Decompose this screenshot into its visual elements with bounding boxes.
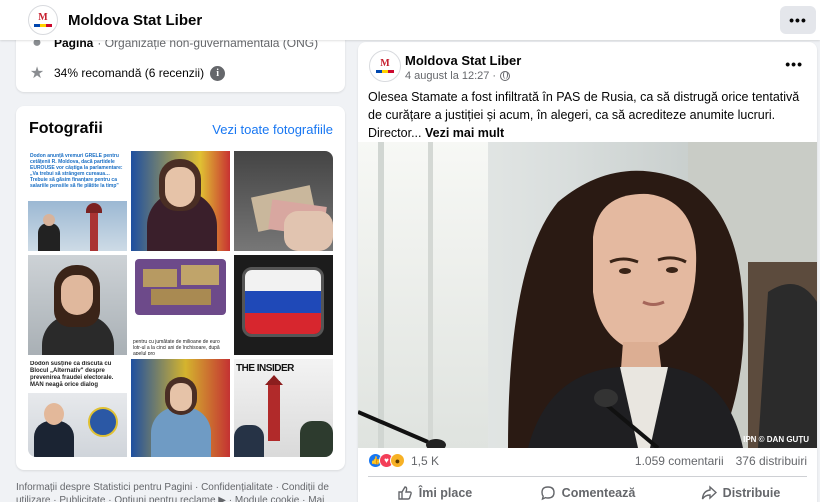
photos-heading[interactable]: Fotografii (29, 120, 103, 138)
post-meta: 4 august la 12:27 · (405, 70, 511, 82)
photo-tile-dodon-news[interactable]: Dodon anunță vremuri GRELE pentru cetățe… (28, 151, 127, 251)
photo-tile-stamate[interactable] (28, 255, 127, 355)
shares-count[interactable]: 376 distribuiri (736, 454, 807, 468)
photo-grid: Dodon anunță vremuri GRELE pentru cetățe… (28, 151, 333, 457)
recommend-text[interactable]: 34% recomandă (6 recenzii) (54, 66, 204, 80)
like-label: Îmi place (418, 486, 473, 500)
photo-tile-sandu-speech[interactable] (131, 359, 230, 457)
page-header: M Moldova Stat Liber ••• (0, 0, 820, 40)
photo-caption: Dodon susține că discută cu Blocul „Alte… (30, 361, 114, 388)
post-actions: Îmi place Comentează Distribuie (358, 478, 817, 502)
photo-tile-dodon-bloc[interactable]: Dodon susține că discută cu Blocul „Alte… (28, 359, 127, 457)
comments-count[interactable]: 1.059 comentarii (635, 454, 724, 468)
wow-reaction-icon: ● (390, 453, 405, 468)
recommend-row: ★ 34% recomandă (6 recenzii) i (28, 64, 226, 82)
photo-tile-sandu-portrait[interactable] (131, 151, 230, 251)
post-photo-image (358, 142, 817, 448)
thumbs-up-icon (398, 486, 412, 500)
share-icon (701, 485, 717, 500)
post-author-name[interactable]: Moldova Stat Liber (405, 53, 521, 68)
page-avatar[interactable]: M (28, 5, 58, 35)
photo-caption: pentru cu jumătate de milioane de euro l… (133, 339, 220, 355)
star-icon: ★ (29, 65, 45, 82)
page-logo-icon: M (376, 59, 394, 73)
photo-tile-the-insider[interactable]: THE INSIDER (234, 359, 333, 457)
photo-caption: THE INSIDER (236, 363, 294, 374)
reactions-count[interactable]: 1,5 K (411, 454, 439, 468)
post-timestamp[interactable]: 4 august la 12:27 (405, 70, 489, 82)
post-stats: 1.059 comentarii 376 distribuiri (635, 454, 807, 468)
post-card: M Moldova Stat Liber 4 august la 12:27 ·… (358, 42, 817, 502)
post-author-avatar[interactable]: M (369, 50, 401, 82)
meta-separator: · (492, 70, 497, 82)
photo-credit: IPN © DAN GUȚU (743, 435, 809, 444)
globe-icon (500, 71, 511, 81)
more-icon: ••• (789, 12, 807, 28)
page-footer-links[interactable]: Informații despre Statistici pentru Pagi… (16, 481, 346, 502)
page-title[interactable]: Moldova Stat Liber (68, 12, 202, 29)
info-icon[interactable]: i (210, 65, 226, 81)
photo-tile-russian-flag-tv[interactable] (234, 255, 333, 355)
share-button[interactable]: Distribuie (664, 478, 817, 502)
comment-label: Comentează (561, 486, 636, 500)
share-label: Distribuie (722, 486, 781, 500)
like-button[interactable]: Îmi place (358, 478, 511, 502)
see-more-link[interactable]: Vezi mai mult (425, 126, 504, 140)
comment-button[interactable]: Comentează (511, 478, 664, 502)
divider (368, 476, 807, 477)
photo-caption: Dodon anunță vremuri GRELE pentru cetățe… (30, 153, 123, 189)
post-more-icon[interactable]: ••• (785, 56, 803, 72)
page-logo-icon: M (34, 13, 52, 27)
reactions-summary[interactable]: 👍 ♥ ● 1,5 K (368, 453, 439, 468)
photo-tile-cash-bag[interactable]: pentru cu jumătate de milioane de euro l… (131, 255, 230, 355)
comment-icon (540, 486, 555, 501)
more-options-button[interactable]: ••• (780, 6, 816, 34)
post-text: Olesea Stamate a fost infiltrată în PAS … (368, 88, 806, 142)
photos-card: Fotografii Vezi toate fotografiile Dodon… (16, 106, 345, 470)
see-all-photos-link[interactable]: Vezi toate fotografiile (212, 122, 333, 137)
post-photo[interactable]: IPN © DAN GUȚU (358, 142, 817, 448)
photo-tile-money[interactable] (234, 151, 333, 251)
